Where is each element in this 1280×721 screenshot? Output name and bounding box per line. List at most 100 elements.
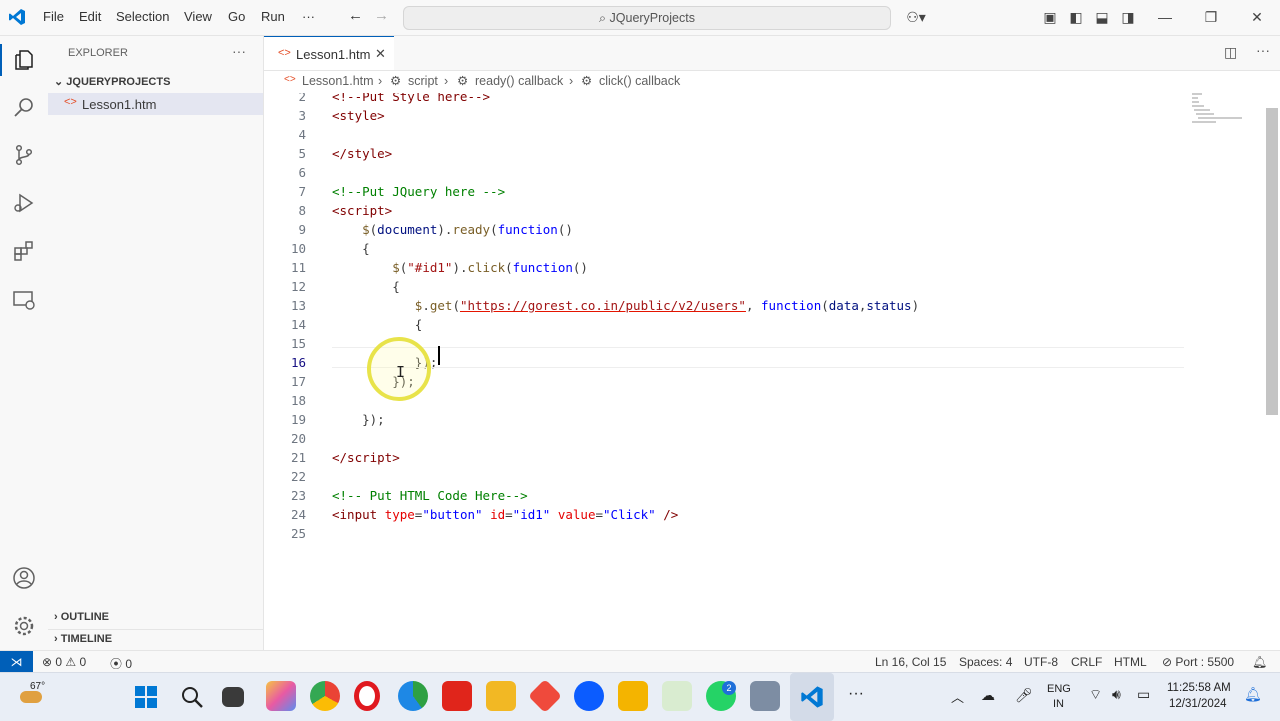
block-icon: ⊘ xyxy=(1162,655,1176,669)
code-editor[interactable]: 2 <!--Put Style here--> 3 <style> 4 5 </style>… xyxy=(264,93,1264,650)
menu-file[interactable]: File xyxy=(43,9,64,24)
zoom-icon[interactable] xyxy=(574,681,604,711)
notifications-bell-icon[interactable]: 🔔︎ xyxy=(1252,655,1267,669)
end-of-line[interactable]: CRLF xyxy=(1071,655,1102,669)
clock-date[interactable]: 12/31/2024 xyxy=(1169,698,1227,710)
activity-bar xyxy=(0,36,49,650)
code-text: </style> xyxy=(332,146,393,161)
timeline-section[interactable]: › TIMELINE xyxy=(54,633,112,645)
weather-icon xyxy=(20,691,42,703)
forward-arrow-icon[interactable]: → xyxy=(374,7,389,24)
code-text: <!-- Put HTML Code Here--> xyxy=(332,488,528,503)
volume-icon[interactable]: 🔊︎ xyxy=(1112,686,1121,703)
whatsapp-badge: 2 xyxy=(722,681,736,695)
menu-edit[interactable]: Edit xyxy=(79,9,101,24)
ports-indicator[interactable]: ⦿ 0 xyxy=(110,655,132,672)
menu-selection[interactable]: Selection xyxy=(116,9,169,24)
settings-gear-icon[interactable] xyxy=(12,614,36,638)
line-number: 12 xyxy=(290,279,306,294)
windows-taskbar: 67° 2 ··· ︿ ☁ 🎤︎ ENG IN ⌔ 🔊︎ ▭ 11:25:58 … xyxy=(0,672,1280,721)
split-editor-icon[interactable]: ◫ xyxy=(1224,44,1237,61)
vivaldi-icon[interactable] xyxy=(442,681,472,711)
menu-run[interactable]: Run xyxy=(261,9,285,24)
explorer-more-button[interactable]: ··· xyxy=(232,43,246,59)
language-top[interactable]: ENG xyxy=(1047,683,1071,695)
vertical-scrollbar[interactable] xyxy=(1266,108,1278,415)
tab-label: Lesson1.htm xyxy=(296,47,371,62)
menu-view[interactable]: View xyxy=(184,9,212,24)
close-window-icon[interactable]: ✕ xyxy=(1248,8,1266,26)
run-debug-icon[interactable] xyxy=(12,191,36,215)
breadcrumb-script[interactable]: script xyxy=(408,74,438,88)
cloud-icon[interactable]: ☁ xyxy=(981,687,995,704)
git-icon[interactable] xyxy=(528,679,562,713)
toggle-sidebar-icon[interactable]: ◧ xyxy=(1067,8,1085,26)
vscode-taskbar-icon[interactable] xyxy=(800,685,824,709)
network-app-icon[interactable] xyxy=(750,681,780,711)
copilot-icon[interactable]: ⚇▾ xyxy=(903,8,929,26)
command-center-search[interactable]: ⌕ JQueryProjects xyxy=(403,6,891,30)
folder-header[interactable]: ⌄ JQUERYPROJECTS xyxy=(54,75,170,88)
search-icon: ⌕ xyxy=(599,11,610,25)
weather-widget[interactable]: 67° xyxy=(20,681,50,711)
explorer-title: EXPLORER xyxy=(68,47,128,59)
chevron-right-icon: › xyxy=(54,633,61,645)
battery-icon[interactable]: ▭ xyxy=(1137,686,1150,703)
code-text: <script> xyxy=(332,203,393,218)
problems-indicator[interactable]: ⊗ 0 ⚠ 0 xyxy=(42,655,86,669)
indentation[interactable]: Spaces: 4 xyxy=(959,655,1012,669)
toggle-secondary-sidebar-icon[interactable]: ◨ xyxy=(1119,8,1137,26)
more-actions-icon[interactable]: ··· xyxy=(1256,42,1270,58)
powerbi-icon[interactable] xyxy=(618,681,648,711)
line-number: 22 xyxy=(290,469,306,484)
tab-close-icon[interactable]: ✕ xyxy=(375,46,386,62)
menu-go[interactable]: Go xyxy=(228,9,245,24)
source-control-icon[interactable] xyxy=(12,143,36,167)
customize-layout-icon[interactable]: ▣ xyxy=(1041,8,1059,26)
taskbar-search-icon[interactable] xyxy=(180,685,204,709)
breadcrumb-file[interactable]: Lesson1.htm xyxy=(302,74,374,88)
edge-icon[interactable] xyxy=(398,681,428,711)
microphone-icon[interactable]: 🎤︎ xyxy=(1015,687,1033,704)
menu-more[interactable]: ··· xyxy=(302,9,315,24)
taskbar-more-icon[interactable]: ··· xyxy=(848,685,864,703)
windows-start-icon[interactable] xyxy=(135,686,157,708)
remote-indicator-icon[interactable]: ⋊ xyxy=(0,651,33,673)
language-mode[interactable]: HTML xyxy=(1114,655,1147,669)
live-server-port[interactable]: ⊘ Port : 5500 xyxy=(1162,655,1234,669)
code-text: </script> xyxy=(332,450,400,465)
tools-app-icon[interactable] xyxy=(662,681,692,711)
breadcrumb-ready-callback[interactable]: ready() callback xyxy=(475,74,563,88)
chevron-right-icon: › xyxy=(378,74,383,88)
folder-name: JQUERYPROJECTS xyxy=(66,76,171,88)
explorer-icon[interactable] xyxy=(12,48,36,72)
task-view-icon[interactable] xyxy=(222,687,244,707)
opera-icon[interactable] xyxy=(354,681,380,711)
toggle-panel-icon[interactable]: ⬓ xyxy=(1093,8,1111,26)
remote-explorer-icon[interactable] xyxy=(12,288,36,312)
restore-icon[interactable]: ❐ xyxy=(1202,8,1220,26)
notification-bell-icon[interactable]: 🔔︎ xyxy=(1244,686,1262,703)
file-item-lesson1[interactable]: <> Lesson1.htm xyxy=(48,93,263,115)
accounts-icon[interactable] xyxy=(12,566,36,590)
code-text: <!--Put Style here--> xyxy=(332,93,491,104)
minimap[interactable] xyxy=(1190,92,1250,126)
tray-overflow-icon[interactable]: ︿ xyxy=(951,687,964,706)
back-arrow-icon[interactable]: ← xyxy=(348,7,363,24)
breadcrumb-click-callback[interactable]: click() callback xyxy=(599,74,680,88)
code-text: <!--Put JQuery here --> xyxy=(332,184,506,199)
chrome-icon[interactable] xyxy=(310,681,340,711)
wifi-icon[interactable]: ⌔ xyxy=(1089,686,1102,704)
outline-section[interactable]: › OUTLINE xyxy=(54,611,109,623)
copilot-app-icon[interactable] xyxy=(266,681,296,711)
clock-time[interactable]: 11:25:58 AM xyxy=(1167,682,1231,694)
code-text: <style> xyxy=(332,108,385,123)
encoding[interactable]: UTF-8 xyxy=(1024,655,1058,669)
minimize-icon[interactable]: — xyxy=(1156,8,1174,26)
extensions-icon[interactable] xyxy=(12,239,36,263)
file-explorer-icon[interactable] xyxy=(486,681,516,711)
language-bottom[interactable]: IN xyxy=(1053,698,1064,710)
cursor-position[interactable]: Ln 16, Col 15 xyxy=(875,655,946,669)
search-icon[interactable] xyxy=(12,95,36,119)
tab-lesson1[interactable]: <> Lesson1.htm ✕ xyxy=(264,36,394,70)
